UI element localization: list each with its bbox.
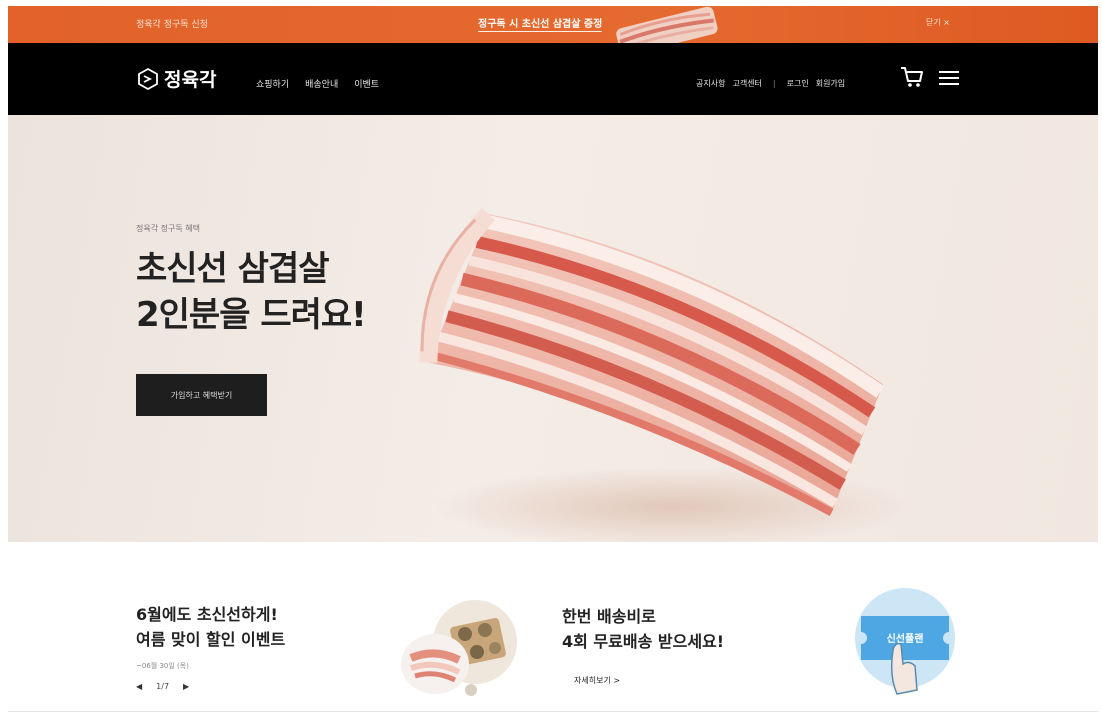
notice-link[interactable]: 공지사항 [696,78,725,89]
hero-title-line1: 초신선 삼겹살 [136,249,330,289]
event-title-line1: 6월에도 초신선하게! [136,605,278,624]
nav-link-events[interactable]: 이벤트 [354,77,379,90]
event-food-image [401,600,517,696]
hero-eyebrow: 정육각 정구독 혜택 [136,224,200,233]
promo-center-link[interactable]: 정구독 시 초신선 삼겹살 증정 [478,15,603,32]
promo-left-text[interactable]: 정육각 정구독 신청 [136,17,208,30]
delivery-details-link[interactable]: 자세히보기 > [574,675,620,686]
delivery-title-line1: 한번 배송비로 [562,607,656,626]
cart-icon[interactable] [900,66,924,88]
delivery-title-line2: 4회 무료배송 받으세요! [562,632,725,651]
login-link[interactable]: 로그인 [787,78,809,89]
event-date: ~06월 30일 (목) [136,662,189,670]
promo-banner[interactable]: 정육각 정구독 신청 정구독 시 초신선 삼겹살 증정 닫기 × [8,6,1098,43]
main-navigation: 정육각 쇼핑하기 배송안내 이벤트 공지사항 고객센터 | 로그인 회원가입 [8,43,1098,115]
logo-text: 정육각 [164,69,217,91]
nav-link-shop[interactable]: 쇼핑하기 [256,77,289,90]
hero-title-line2: 2인분을 드려요! [136,295,367,335]
signup-link[interactable]: 회원가입 [816,78,845,89]
next-arrow-icon[interactable]: ▶ [183,682,189,691]
event-title-line2: 여름 맞이 할인 이벤트 [136,630,286,649]
util-separator: | [772,79,776,88]
support-link[interactable]: 고객센터 [732,78,761,89]
page: 정육각 정구독 신청 정구독 시 초신선 삼겹살 증정 닫기 × 정육각 쇼핑하… [8,6,1098,712]
site-logo[interactable]: 정육각 [136,65,216,92]
pager-total: 7 [163,682,170,691]
promo-strip: 6월에도 초신선하게! 여름 맞이 할인 이벤트 ~06월 30일 (목) ◀ … [8,542,1098,712]
hero-banner: 정육각 정구독 혜택 초신선 삼겹살 2인분을 드려요! 가입하고 혜택받기 [8,115,1098,542]
event-pager: ◀ 1/7 ▶ [136,682,189,691]
signup-benefit-button[interactable]: 가입하고 혜택받기 [136,374,267,416]
section-divider [8,711,1098,712]
ticket-icon: 신선플랜 [855,588,955,695]
hero-title: 초신선 삼겹살 2인분을 드려요! [136,246,367,338]
promo-meat-image [616,6,718,43]
ticket-label: 신선플랜 [887,632,924,645]
pork-belly-image [419,208,903,542]
delivery-title[interactable]: 한번 배송비로 4회 무료배송 받으세요! [562,604,724,654]
promo-close-button[interactable]: 닫기 × [926,17,950,28]
nav-link-delivery[interactable]: 배송안내 [305,77,338,90]
pager-count: 1/7 [156,682,169,691]
event-title[interactable]: 6월에도 초신선하게! 여름 맞이 할인 이벤트 [136,602,285,652]
utility-links: 공지사항 고객센터 | 로그인 회원가입 [696,78,845,89]
prev-arrow-icon[interactable]: ◀ [136,682,142,691]
nav-links: 쇼핑하기 배송안내 이벤트 [256,77,379,90]
menu-icon[interactable] [939,70,959,86]
logo-mark-icon [138,67,158,90]
